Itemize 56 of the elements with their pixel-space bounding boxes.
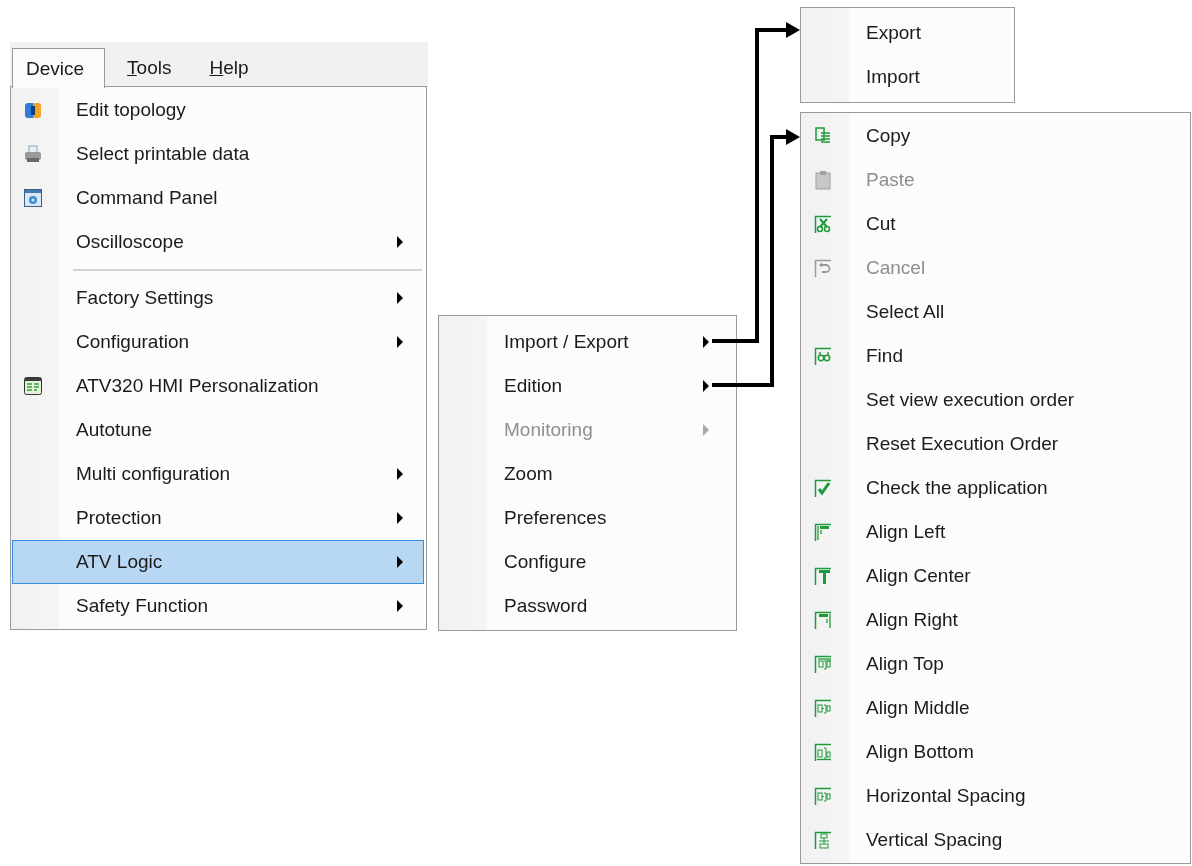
menu-item[interactable]: Find: [802, 334, 1188, 378]
menu-item[interactable]: Horizontal Spacing: [802, 774, 1188, 818]
menu-item[interactable]: Align Middle: [802, 686, 1188, 730]
checkmark-icon: [813, 478, 833, 498]
align-left-icon: [813, 522, 833, 542]
menu-item[interactable]: Copy: [802, 114, 1188, 158]
menu-item[interactable]: Align Top: [802, 642, 1188, 686]
menu-item[interactable]: ATV320 HMI Personalization: [12, 364, 424, 408]
binoculars-icon: [813, 346, 833, 366]
menu-item[interactable]: Set view execution order: [802, 378, 1188, 422]
align-center-icon: [813, 566, 833, 586]
menu-item[interactable]: Export: [802, 11, 1012, 55]
menu-tab[interactable]: Tools: [113, 47, 188, 87]
menu-tab[interactable]: Help: [195, 47, 265, 87]
menu-item[interactable]: Password: [440, 584, 734, 628]
align-right-icon: [813, 610, 833, 630]
undo-arrow-icon: [813, 258, 833, 278]
spreadsheet-icon: [23, 376, 43, 396]
menu-item[interactable]: Configure: [440, 540, 734, 584]
horizontal-spacing-icon: [813, 786, 833, 806]
cube-icon: [23, 100, 43, 120]
vertical-spacing-icon: [813, 830, 833, 850]
align-middle-icon: [813, 698, 833, 718]
menu-item[interactable]: Configuration: [12, 320, 424, 364]
menu-item[interactable]: Edition: [440, 364, 734, 408]
menu-item[interactable]: Select printable data: [12, 132, 424, 176]
copy-icon: [813, 126, 833, 146]
menu-item[interactable]: ATV Logic: [12, 540, 424, 584]
menu-tab[interactable]: Device: [12, 48, 106, 88]
align-bottom-icon: [813, 742, 833, 762]
menu-item[interactable]: Safety Function: [12, 584, 424, 628]
menu-item[interactable]: Preferences: [440, 496, 734, 540]
clipboard-icon: [813, 170, 833, 190]
menu-item[interactable]: Check the application: [802, 466, 1188, 510]
menu-item[interactable]: Autotune: [12, 408, 424, 452]
align-top-icon: [813, 654, 833, 674]
menu-item[interactable]: Edit topology: [12, 88, 424, 132]
menu-item[interactable]: Oscilloscope: [12, 220, 424, 264]
menu-item[interactable]: Align Left: [802, 510, 1188, 554]
menu-item[interactable]: Zoom: [440, 452, 734, 496]
menu-item[interactable]: Cut: [802, 202, 1188, 246]
menu-item[interactable]: Import / Export: [440, 320, 734, 364]
printer-icon: [23, 144, 43, 164]
menu-item[interactable]: Vertical Spacing: [802, 818, 1188, 862]
settings-window-icon: [23, 188, 43, 208]
menu-item[interactable]: Command Panel: [12, 176, 424, 220]
menu-item[interactable]: Import: [802, 55, 1012, 99]
menu-item[interactable]: Reset Execution Order: [802, 422, 1188, 466]
menu-item[interactable]: Align Right: [802, 598, 1188, 642]
menu-item[interactable]: Align Center: [802, 554, 1188, 598]
menu-item[interactable]: Align Bottom: [802, 730, 1188, 774]
menu-item[interactable]: Protection: [12, 496, 424, 540]
menu-item[interactable]: Select All: [802, 290, 1188, 334]
scissors-icon: [813, 214, 833, 234]
menu-item[interactable]: Factory Settings: [12, 276, 424, 320]
menu-item[interactable]: Multi configuration: [12, 452, 424, 496]
